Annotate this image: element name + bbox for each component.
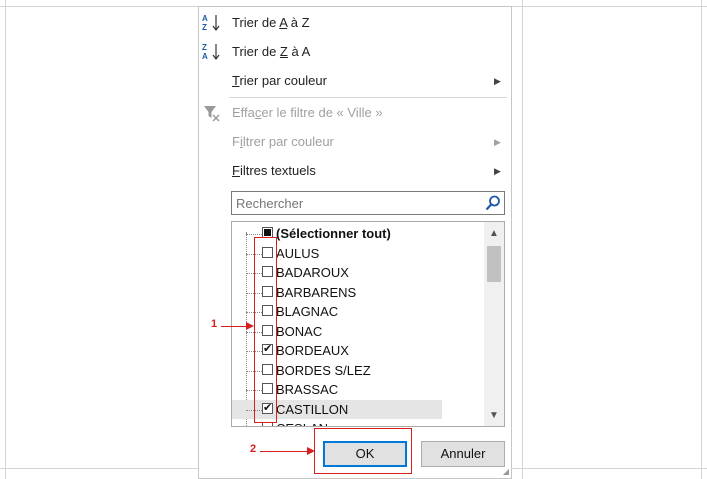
menu-item-text-filters[interactable]: Filtres textuels ▶	[199, 157, 511, 185]
menu-item-label: Filtrer par couleur	[232, 134, 334, 149]
annotation-box-ok	[314, 428, 412, 474]
list-item-label: AULUS	[276, 245, 320, 261]
list-item-label: BADAROUX	[276, 265, 349, 280]
cancel-button[interactable]: Annuler	[421, 441, 505, 467]
sort-az-icon: A Z	[202, 14, 220, 32]
annotation-box-checkboxes	[254, 237, 277, 423]
menu-item-sort-za[interactable]: Z A Trier de Z à A	[199, 38, 511, 66]
menu-item-clear-filter[interactable]: Effacer le filtre de « Ville »	[199, 99, 511, 127]
menu-item-sort-az[interactable]: A Z Trier de A à Z	[199, 9, 511, 37]
grid-line-right	[701, 0, 702, 479]
tree-connector	[246, 234, 262, 235]
list-item-label: BORDEAUX	[276, 343, 349, 358]
svg-text:A: A	[202, 14, 208, 23]
svg-text:Z: Z	[202, 23, 207, 32]
list-item-label: CASTILLON	[276, 401, 349, 417]
menu-item-sort-by-color[interactable]: Trier par couleur ▶	[199, 67, 511, 95]
list-scrollbar[interactable]: ▲ ▼	[484, 222, 504, 426]
search-icon[interactable]	[484, 194, 502, 212]
resize-grip-icon[interactable]: ◢	[503, 467, 509, 476]
search-box	[231, 191, 505, 215]
scroll-up-icon[interactable]: ▲	[484, 226, 504, 242]
annotation-arrow-1	[221, 326, 247, 327]
filter-dropdown-menu: A Z Trier de A à Z Z A Trier de Z à A Tr…	[198, 6, 512, 479]
grid-line-mid	[522, 0, 523, 479]
menu-item-filter-by-color[interactable]: Filtrer par couleur ▶	[199, 128, 511, 156]
annotation-arrowhead-1	[246, 322, 254, 330]
search-input[interactable]	[232, 192, 476, 214]
list-item-label: (Sélectionner tout)	[276, 226, 391, 241]
menu-item-label: Effacer le filtre de « Ville »	[232, 105, 383, 120]
submenu-arrow-icon: ▶	[494, 137, 501, 147]
list-item-label: BRASSAC	[276, 382, 339, 397]
menu-item-label: Filtres textuels	[232, 163, 316, 178]
scroll-down-icon[interactable]: ▼	[484, 408, 504, 424]
svg-text:Z: Z	[202, 43, 207, 52]
submenu-arrow-icon: ▶	[494, 76, 501, 86]
annotation-label-1: 1	[211, 318, 218, 330]
submenu-arrow-icon: ▶	[494, 166, 501, 176]
menu-separator	[229, 97, 507, 98]
annotation-label-2: 2	[250, 443, 257, 455]
menu-item-label: Trier par couleur	[232, 73, 327, 88]
menu-item-label: Trier de Z à A	[232, 44, 311, 59]
menu-item-label: Trier de A à Z	[232, 15, 310, 30]
annotation-arrow-2	[260, 451, 308, 452]
list-item-label: BARBARENS	[276, 284, 357, 300]
list-item-label: BONAC	[276, 323, 323, 339]
list-item-label: CESLAN	[276, 419, 328, 426]
annotation-arrowhead-2	[307, 447, 315, 455]
svg-text:A: A	[202, 52, 208, 61]
clear-filter-icon	[204, 106, 220, 122]
scroll-thumb[interactable]	[487, 246, 501, 282]
grid-line-left	[5, 0, 6, 479]
list-item-label: BORDES S/LEZ	[276, 362, 371, 378]
sort-za-icon: Z A	[202, 43, 220, 61]
list-item-label: BLAGNAC	[276, 304, 339, 319]
